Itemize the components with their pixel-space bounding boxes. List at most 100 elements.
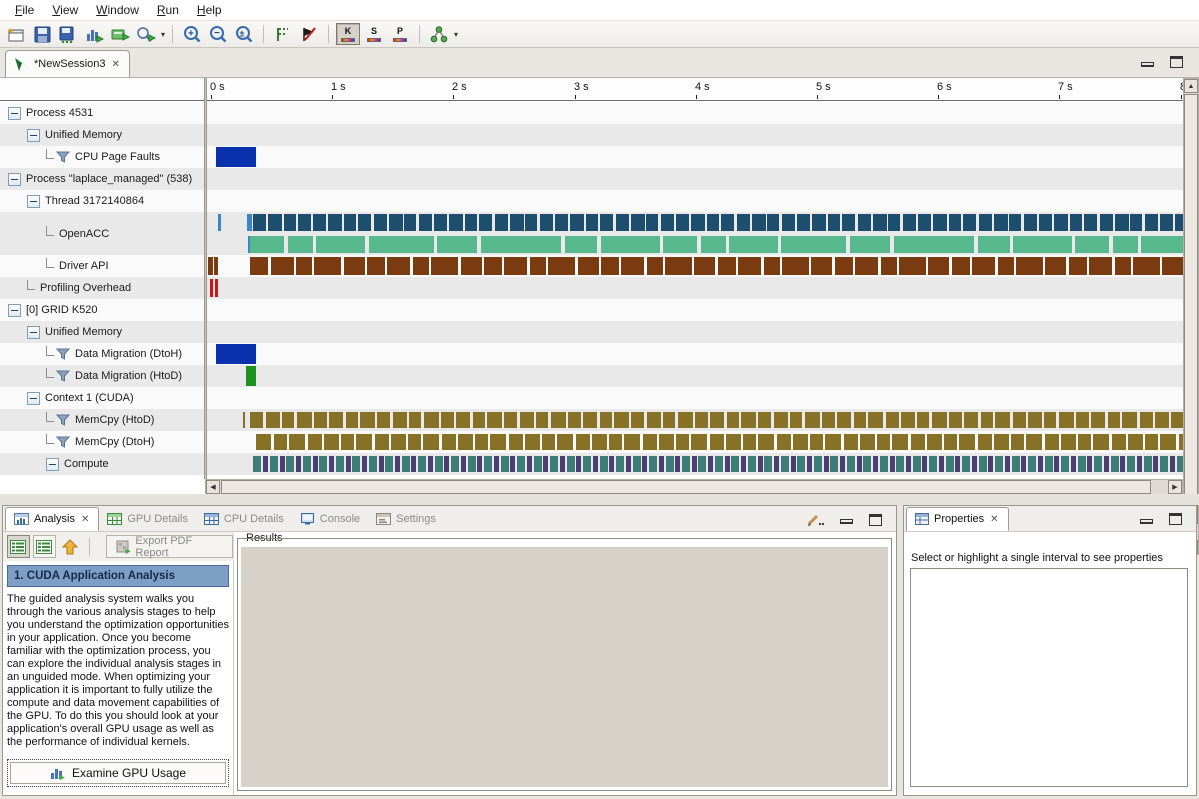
timeline-interval[interactable]	[600, 456, 608, 472]
timeline-interval[interactable]	[1171, 412, 1183, 428]
timeline-interval[interactable]	[860, 434, 875, 450]
timeline-row-label[interactable]: MemCpy (HtoD)	[0, 409, 204, 431]
timeline-interval[interactable]	[781, 236, 846, 253]
timeline-interval[interactable]	[246, 366, 256, 386]
timeline-interval[interactable]	[793, 434, 808, 450]
timeline-interval[interactable]	[314, 257, 341, 275]
timeline-interval[interactable]	[557, 434, 573, 450]
timeline-row-label[interactable]: Unified Memory	[0, 124, 204, 146]
timeline-row-track[interactable]	[207, 409, 1183, 431]
timeline-interval[interactable]	[517, 456, 525, 472]
timeline-interval[interactable]	[1170, 456, 1175, 472]
timeline-interval[interactable]	[387, 257, 410, 275]
timeline-interval[interactable]	[946, 456, 954, 472]
timeline-interval[interactable]	[525, 214, 537, 231]
timeline-interval[interactable]	[959, 434, 975, 450]
timeline-interval[interactable]	[449, 214, 463, 231]
timeline-interval[interactable]	[994, 214, 1008, 231]
timeline-interval[interactable]	[296, 257, 312, 275]
timeline-interval[interactable]	[721, 214, 734, 231]
timeline-row-label[interactable]: Data Migration (HtoD)	[0, 365, 204, 387]
timeline-interval[interactable]	[389, 214, 403, 231]
timeline-interval[interactable]	[297, 412, 312, 428]
tab-gpu-details[interactable]: GPU Details	[99, 507, 196, 531]
timeline-interval[interactable]	[374, 214, 387, 231]
filter-icon[interactable]	[56, 436, 70, 448]
timeline-interval[interactable]	[1089, 257, 1112, 275]
timeline-interval[interactable]	[434, 214, 447, 231]
timeline-interval[interactable]	[435, 456, 443, 472]
timeline-interval[interactable]	[998, 257, 1014, 275]
timeline-row-label[interactable]: Thread 3172140864	[0, 190, 204, 212]
kernel-mode-button[interactable]: K	[336, 23, 360, 45]
timeline-row-label[interactable]: Unified Memory	[0, 321, 204, 343]
timeline-interval[interactable]	[631, 412, 644, 428]
generate-timeline-icon[interactable]	[82, 23, 106, 45]
timeline-interval[interactable]	[710, 412, 724, 428]
timeline-interval[interactable]	[888, 214, 900, 231]
timeline-interval[interactable]	[313, 456, 318, 472]
timeline-interval[interactable]	[1061, 456, 1069, 472]
timeline-interval[interactable]	[250, 257, 268, 275]
timeline-interval[interactable]	[710, 434, 724, 450]
timeline-interval[interactable]	[758, 434, 774, 450]
timeline-interval[interactable]	[952, 257, 970, 275]
timeline-interval[interactable]	[847, 456, 855, 472]
timeline-interval[interactable]	[616, 214, 629, 231]
timeline-interval[interactable]	[1087, 456, 1092, 472]
timeline-interval[interactable]	[600, 412, 612, 428]
timeline-interval[interactable]	[659, 456, 664, 472]
timeline-interval[interactable]	[1160, 214, 1173, 231]
timeline-interval[interactable]	[385, 456, 393, 472]
zoom-run-dropdown-icon[interactable]: ▾	[161, 30, 165, 39]
minimize-icon[interactable]	[840, 519, 853, 524]
timeline-interval[interactable]	[797, 214, 810, 231]
timeline-interval[interactable]	[1054, 214, 1068, 231]
timeline-row-label[interactable]: Driver API	[0, 255, 204, 277]
timeline-interval[interactable]	[811, 257, 832, 275]
timeline-interval[interactable]	[530, 257, 546, 275]
timeline-interval[interactable]	[408, 434, 421, 450]
timeline-row-track[interactable]	[207, 387, 1183, 409]
timeline-interval[interactable]	[708, 456, 713, 472]
timeline-interval[interactable]	[678, 412, 693, 428]
collapse-icon[interactable]	[27, 392, 40, 405]
filter-icon[interactable]	[56, 348, 70, 360]
timeline-interval[interactable]	[810, 434, 823, 450]
timeline-interval[interactable]	[543, 456, 548, 472]
timeline-interval[interactable]	[988, 456, 993, 472]
timeline-interval[interactable]	[369, 236, 434, 253]
timeline-interval[interactable]	[995, 412, 1010, 428]
timeline-interval[interactable]	[995, 456, 1003, 472]
timeline-interval[interactable]	[509, 434, 523, 450]
menu-file[interactable]: File	[6, 0, 43, 20]
timeline-interval[interactable]	[298, 214, 311, 231]
timeline-interval[interactable]	[548, 257, 575, 275]
timeline-interval[interactable]	[1009, 214, 1021, 231]
timeline-row-track[interactable]	[207, 102, 1183, 124]
timeline-interval[interactable]	[694, 257, 715, 275]
timeline-interval[interactable]	[665, 257, 692, 275]
timeline-interval[interactable]	[842, 214, 855, 231]
vertical-scrollbar[interactable]: ▲ ▼	[1183, 78, 1199, 555]
timeline-row-label[interactable]: Profiling Overhead	[0, 277, 204, 299]
timeline-interval[interactable]	[456, 412, 470, 428]
timeline-interval[interactable]	[791, 456, 796, 472]
timeline-interval[interactable]	[536, 412, 548, 428]
timeline-interval[interactable]	[781, 456, 789, 472]
timeline-interval[interactable]	[767, 214, 779, 231]
timeline-interval[interactable]	[328, 214, 342, 231]
timeline-interval[interactable]	[1038, 456, 1043, 472]
timeline-interval[interactable]	[210, 279, 213, 297]
timeline-interval[interactable]	[698, 456, 706, 472]
timeline-interval[interactable]	[316, 236, 365, 253]
examine-gpu-usage-button[interactable]: Examine GPU Usage	[7, 759, 229, 787]
timeline-interval[interactable]	[979, 456, 987, 472]
timeline-interval[interactable]	[568, 412, 581, 428]
timeline-interval[interactable]	[979, 214, 992, 231]
timeline-interval[interactable]	[395, 456, 400, 472]
timeline-interval[interactable]	[282, 412, 294, 428]
timeline-interval[interactable]	[972, 257, 995, 275]
timeline-interval[interactable]	[271, 257, 294, 275]
timeline-interval[interactable]	[894, 236, 974, 253]
